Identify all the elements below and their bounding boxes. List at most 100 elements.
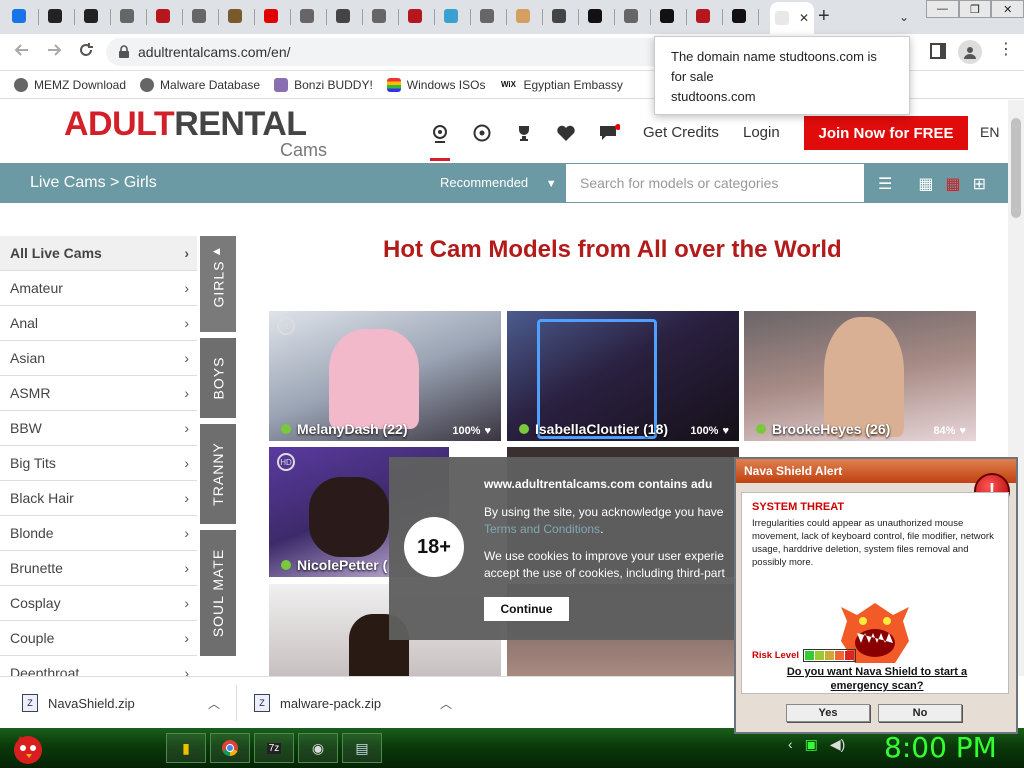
category-item[interactable]: Amateur › (0, 271, 197, 306)
heart-icon[interactable] (556, 124, 576, 144)
taskbar-app[interactable]: ◉ (298, 733, 338, 763)
tab-globe[interactable] (188, 5, 210, 27)
heart-icon[interactable]: ♥ (722, 425, 729, 437)
terms-link[interactable]: Terms and Conditions (484, 522, 600, 536)
back-button[interactable] (12, 42, 32, 62)
tab-chat[interactable] (584, 5, 606, 27)
tab-github[interactable] (80, 5, 102, 27)
chevron-left-icon[interactable]: ‹ (788, 736, 793, 753)
taskbar-notepad[interactable]: ▤ (342, 733, 382, 763)
category-item[interactable]: Couple › (0, 621, 197, 656)
tab-girls[interactable]: GIRLS ◀ (200, 236, 236, 332)
list-view-icon[interactable]: ☰ (878, 174, 892, 194)
large-grid-icon[interactable]: ⊞ (973, 174, 986, 194)
tab-tranny[interactable]: TRANNY (200, 424, 236, 524)
chevron-up-icon[interactable]: ︿ (440, 695, 452, 712)
small-grid-icon[interactable]: ▦ (918, 174, 933, 194)
bookmark-windows-isos[interactable]: Windows ISOs (386, 77, 485, 92)
model-card[interactable]: HD MelanyDash (22) 100% ♥ (269, 311, 501, 441)
language-selector[interactable]: EN (980, 124, 999, 140)
login-link[interactable]: Login (743, 124, 780, 141)
tab-ublock[interactable] (404, 5, 426, 27)
sidebar-toggle-icon[interactable] (930, 43, 946, 59)
chat-icon[interactable] (598, 124, 621, 144)
forward-button[interactable] (44, 42, 64, 62)
tab-boys[interactable]: BOYS (200, 338, 236, 418)
taskbar-explorer[interactable]: ▮ (166, 733, 206, 763)
bookmark-egyptian-embassy[interactable]: WiX Egyptian Embassy (499, 78, 623, 92)
category-item[interactable]: Anal › (0, 306, 197, 341)
maximize-button[interactable]: ❐ (958, 0, 992, 18)
popup-title-bar[interactable]: Nava Shield Alert (736, 459, 1016, 483)
bookmark-bonzi-buddy[interactable]: Bonzi BUDDY! (274, 77, 373, 92)
tab-s[interactable] (440, 5, 462, 27)
taskbar-chrome[interactable] (210, 733, 250, 763)
chevron-up-icon[interactable]: ︿ (208, 695, 220, 712)
tab-ublock[interactable] (152, 5, 174, 27)
soccer-ball-icon[interactable] (472, 124, 492, 144)
tab-ublock[interactable] (692, 5, 714, 27)
model-card[interactable]: BrookeHeyes (26) 84% ♥ (744, 311, 976, 441)
category-item[interactable]: Cosplay › (0, 586, 197, 621)
start-button[interactable] (8, 728, 48, 768)
scan-question[interactable]: Do you want Nava Shield to start a emerg… (762, 665, 992, 693)
sort-dropdown[interactable]: Recommended ▼ (440, 175, 557, 190)
get-credits-link[interactable]: Get Credits (643, 124, 719, 141)
address-bar[interactable]: adultrentalcams.com/en/ (106, 38, 666, 66)
model-search-input[interactable]: Search for models or categories (565, 163, 865, 203)
close-tab-icon[interactable]: ✕ (799, 11, 809, 25)
taskbar-clock[interactable]: 8:00 PM (884, 731, 997, 764)
bookmark-malware-database[interactable]: Malware Database (140, 77, 260, 92)
heart-icon[interactable]: ♥ (959, 425, 966, 437)
medium-grid-icon[interactable]: ▦ (945, 174, 960, 194)
category-item[interactable]: Asian › (0, 341, 197, 376)
tab-download[interactable] (8, 5, 30, 27)
trophy-icon[interactable] (514, 124, 534, 144)
model-card[interactable]: IsabellaCloutier (18) 100% ♥ (507, 311, 739, 441)
category-item[interactable]: Brunette › (0, 551, 197, 586)
category-item[interactable]: Blonde › (0, 516, 197, 551)
join-now-button[interactable]: Join Now for FREE (804, 116, 968, 150)
category-item[interactable]: BBW › (0, 411, 197, 446)
tab-globe[interactable] (296, 5, 318, 27)
bookmark-memz[interactable]: MEMZ Download (14, 77, 126, 92)
download-item[interactable]: Z NavaShield.zip ︿ (22, 677, 234, 729)
tab-youtube[interactable] (260, 5, 282, 27)
new-tab-button[interactable]: + (818, 6, 836, 26)
site-logo[interactable]: ADULTRENTAL Cams (64, 106, 340, 160)
continue-button[interactable]: Continue (484, 597, 569, 621)
tab-globe[interactable] (476, 5, 498, 27)
tab-speaker[interactable] (548, 5, 570, 27)
speaker-icon[interactable]: ◀) (830, 736, 845, 753)
webcam-icon[interactable] (430, 124, 450, 161)
tab-globe[interactable] (116, 5, 138, 27)
tab-image[interactable] (224, 5, 246, 27)
tab-globe[interactable] (368, 5, 390, 27)
yes-button[interactable]: Yes (786, 704, 870, 722)
network-icon[interactable]: ▣ (805, 736, 818, 753)
taskbar-7zip[interactable]: 7z (254, 733, 294, 763)
scrollbar-thumb[interactable] (1011, 118, 1021, 218)
category-item[interactable]: Black Hair › (0, 481, 197, 516)
tab-speaker[interactable] (332, 5, 354, 27)
category-item[interactable]: ASMR › (0, 376, 197, 411)
tab-github[interactable] (44, 5, 66, 27)
tab-face[interactable] (512, 5, 534, 27)
category-item[interactable]: Big Tits › (0, 446, 197, 481)
menu-kebab-icon[interactable]: ⋮ (998, 42, 1014, 58)
category-item[interactable]: All Live Cams › (0, 236, 197, 271)
reload-button[interactable] (76, 42, 96, 62)
minimize-button[interactable]: — (926, 0, 959, 18)
breadcrumb[interactable]: Live Cams > Girls (30, 174, 157, 192)
tab-search-button[interactable]: ⌄ (896, 9, 912, 25)
close-window-button[interactable]: ✕ (991, 0, 1024, 18)
tab-soul-mate[interactable]: SOUL MATE (200, 530, 236, 656)
profile-avatar[interactable] (958, 40, 982, 64)
tab-site[interactable]: ✕ (770, 2, 814, 34)
tab-globe[interactable] (620, 5, 642, 27)
tab-chat[interactable] (656, 5, 678, 27)
no-button[interactable]: No (878, 704, 962, 722)
tab-porn[interactable] (728, 5, 750, 27)
heart-icon[interactable]: ♥ (484, 425, 491, 437)
download-item[interactable]: Z malware-pack.zip ︿ (254, 677, 466, 729)
